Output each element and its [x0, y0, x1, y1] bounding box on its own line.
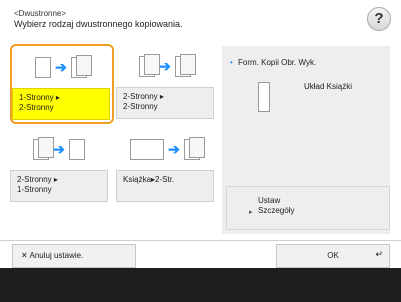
two-to-one-sided-icon: ➔ [10, 128, 108, 170]
header-mode-label: <Dwustronne> [14, 9, 67, 18]
arrow-right-icon: ➔ [53, 140, 65, 157]
option-button[interactable]: 2-Stronny ▸ 1-Stronny [10, 170, 108, 202]
option-label-line2: 2-Stronny [19, 103, 54, 112]
arrow-right-icon: ➔ [55, 58, 67, 75]
option-label-line2: 2-Stronny [123, 102, 158, 111]
option-button[interactable]: Książka▸2-Str. [116, 170, 214, 202]
enter-icon: ↵ [375, 249, 383, 259]
arrow-right-icon: ➔ [168, 140, 180, 157]
bullet-icon: • [230, 58, 233, 67]
option-button[interactable]: 2-Stronny ▸ 2-Stronny [116, 87, 214, 119]
cancel-settings-button[interactable]: ✕ Anuluj ustawie. [12, 244, 136, 268]
settings-label-line1: Ustaw [258, 196, 281, 205]
footer-bar [0, 268, 401, 302]
settings-label-line2: Szczegóły [258, 206, 295, 215]
option-label-line2: 1-Stronny [17, 185, 52, 194]
option-label-line1: Książka▸2-Str. [123, 175, 175, 184]
book-layout-icon [258, 82, 270, 112]
doc-double-icon [139, 53, 161, 77]
doc-double-icon [183, 136, 205, 160]
one-to-two-sided-icon: ➔ [12, 46, 110, 88]
option-label-line1: 2-Stronny ▸ [123, 92, 164, 101]
ok-label: OK [327, 251, 339, 260]
option-book-to-2-sided[interactable]: ➔ Książka▸2-Str. [116, 128, 214, 204]
divider [0, 240, 401, 241]
doc-double-icon [33, 136, 55, 160]
book-icon [130, 138, 165, 160]
option-1-to-2-sided[interactable]: ➔ 1-Stronny ▸ 2-Stronny [10, 44, 114, 124]
option-button[interactable]: 1-Stronny ▸ 2-Stronny [12, 88, 110, 120]
header-instruction: Wybierz rodzaj dwustronnego kopiowania. [14, 19, 183, 29]
doc-single-icon [68, 138, 85, 160]
layout-value: Układ Książki [304, 82, 353, 91]
doc-double-icon [174, 53, 196, 77]
doc-double-icon [70, 54, 92, 78]
set-details-label: Ustaw Szczegóły [258, 196, 294, 216]
option-2-to-1-sided[interactable]: ➔ 2-Stronny ▸ 1-Stronny [10, 128, 108, 204]
option-label-line1: 2-Stronny ▸ [17, 175, 58, 184]
arrow-right-icon: ➔ [159, 57, 171, 74]
output-format-title: Form. Kopii Obr. Wyk. [238, 58, 317, 67]
book-to-two-sided-icon: ➔ [116, 128, 214, 170]
ok-button[interactable]: OK ↵ [276, 244, 390, 268]
doc-single-icon [35, 56, 52, 78]
option-2-to-2-sided[interactable]: ➔ 2-Stronny ▸ 2-Stronny [116, 45, 214, 121]
two-to-two-sided-icon: ➔ [116, 45, 214, 87]
help-button[interactable]: ? [367, 7, 391, 31]
option-label-line1: 1-Stronny ▸ [19, 93, 60, 102]
chevron-right-icon: ▸ [249, 209, 253, 216]
